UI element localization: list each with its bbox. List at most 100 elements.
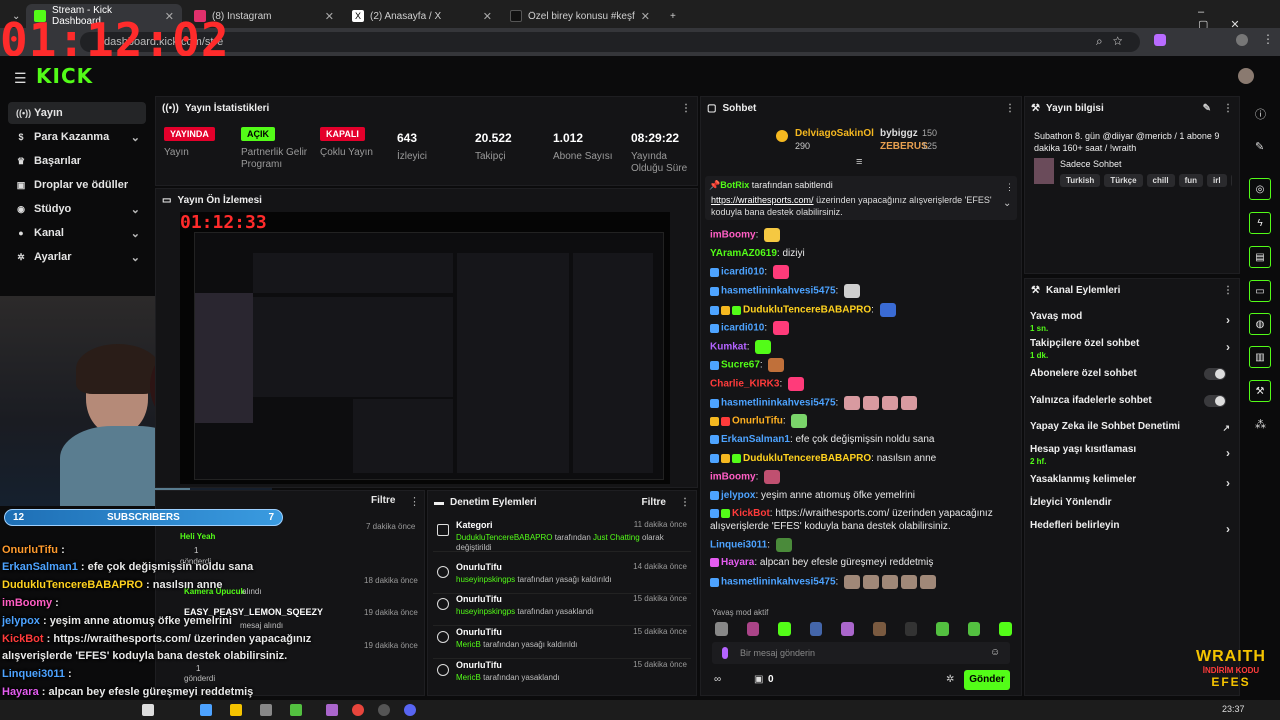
taskbar-app-icon[interactable] — [290, 704, 302, 716]
chevron-down-icon: ⌄ — [130, 251, 140, 264]
stat-label: Abone Sayısı — [553, 151, 613, 162]
channel-action-raid[interactable]: İzleyici Yönlendir — [1030, 497, 1234, 508]
tag-chip[interactable]: irl — [1207, 174, 1227, 187]
taskbar-app-icon[interactable] — [260, 704, 272, 716]
toggle-switch[interactable] — [1204, 368, 1226, 380]
new-tab-button[interactable]: + — [662, 4, 682, 28]
tag-chip[interactable]: Turkish — [1060, 174, 1101, 187]
obs-icon[interactable] — [378, 704, 390, 716]
overlay-chat-line: Linquei3011 : — [2, 668, 72, 680]
chat-message: hasmetlininkahvesi5475: — [710, 396, 1020, 410]
extension-icon[interactable] — [1154, 34, 1166, 46]
close-icon[interactable]: ✕ — [325, 10, 334, 23]
filter-button[interactable]: Filtre — [642, 497, 666, 508]
sidebar-item-yayin[interactable]: ((•)) Yayın — [8, 102, 146, 124]
rail-button-camera[interactable]: ◎ — [1249, 178, 1271, 200]
taskbar-app-icon[interactable] — [200, 704, 212, 716]
sidebar-item-studyo[interactable]: ◉ Stüdyo ⌄ — [8, 198, 146, 220]
rail-button-broadcast[interactable]: ◍ — [1249, 313, 1271, 335]
chat-header: ▢ Sohbet ⋮ — [701, 97, 1021, 119]
chrome-icon[interactable] — [352, 704, 364, 716]
user-avatar[interactable] — [1238, 68, 1254, 84]
taskbar-app-icon[interactable] — [142, 704, 154, 716]
close-icon[interactable]: ✕ — [483, 10, 492, 23]
channel-action-account-age[interactable]: Hesap yaşı kısıtlaması 2 hf. › — [1030, 444, 1234, 466]
filter-icon[interactable]: ≡ — [856, 156, 862, 168]
taskbar-app-icon[interactable] — [230, 704, 242, 716]
browser-toolbar-icons[interactable]: ⌕☆ — [1096, 34, 1133, 49]
tag-chip[interactable]: chill — [1146, 174, 1175, 187]
emote-bar[interactable] — [712, 622, 1012, 636]
chevron-down-icon[interactable]: ⌄ — [1003, 198, 1011, 209]
rail-button-tools[interactable]: ⚒ — [1249, 380, 1271, 402]
more-vertical-icon[interactable]: ⋮ — [1005, 182, 1014, 193]
gift-icon[interactable]: ▣ — [754, 674, 763, 685]
kick-logo[interactable]: KICK — [36, 64, 93, 88]
sidebar-item-ayarlar[interactable]: ✲ Ayarlar ⌄ — [8, 246, 146, 268]
apps-icon[interactable]: ⁂ — [1255, 418, 1266, 431]
edit-icon[interactable]: ✎ — [1203, 103, 1211, 114]
taskbar-app-icon[interactable] — [326, 704, 338, 716]
stream-category[interactable]: Sadece Sohbet — [1060, 159, 1122, 169]
filter-button[interactable]: Filtre — [371, 495, 395, 506]
gear-icon[interactable]: ✲ — [946, 674, 954, 685]
chevron-right-icon: › — [1226, 522, 1230, 536]
chat-message: imBoomy: — [710, 470, 1020, 484]
channel-action-banned-words[interactable]: Yasaklanmış kelimeler › — [1030, 474, 1234, 490]
discord-icon[interactable] — [404, 704, 416, 716]
rail-button-mod[interactable]: ▥ — [1249, 346, 1271, 368]
close-icon[interactable]: ✕ — [641, 10, 650, 23]
mod-action-text: MericB tarafından yasaklandı — [456, 673, 560, 682]
points-icon[interactable]: ∞ — [714, 674, 721, 685]
sidebar-item-droplar[interactable]: ▣ Droplar ve ödüller — [8, 174, 146, 196]
wrench-icon: ⚒ — [1255, 385, 1265, 397]
tag-chip[interactable]: izm — [1230, 174, 1232, 187]
overlay-chat-line: Hayara : alpcan bey efesle güreşmeyi red… — [2, 686, 254, 698]
stat-partner: AÇIK Partnerlik Gelir Programı — [241, 127, 311, 171]
more-vertical-icon[interactable]: ⋮ — [1223, 285, 1233, 296]
channel-action-subscribers-only[interactable]: Abonelere özel sohbet — [1030, 368, 1234, 380]
more-vertical-icon[interactable]: ⋮ — [1005, 103, 1015, 114]
channel-action-slow-mode[interactable]: Yavaş mod 1 sn. › — [1030, 311, 1234, 333]
pinned-link[interactable]: https://wraithesports.com/ — [711, 195, 814, 205]
emoji-icon[interactable]: ☺ — [990, 647, 1000, 658]
sidebar-item-basarilar[interactable]: ♛ Başarılar — [8, 150, 146, 172]
channel-action-followers-only[interactable]: Takipçilere özel sohbet 1 dk. › — [1030, 338, 1234, 360]
rail-button-notes[interactable]: ▤ — [1249, 246, 1271, 268]
tag-chip[interactable]: Türkçe — [1104, 174, 1143, 187]
profile-avatar[interactable] — [1236, 34, 1248, 46]
tab-tiktok[interactable]: Özel birey konusu #keşfet #yab ✕ — [502, 4, 658, 28]
channel-action-emote-only[interactable]: Yalnızca ifadelerle sohbet — [1030, 395, 1234, 407]
more-vertical-icon[interactable]: ⋮ — [1223, 103, 1233, 114]
rail-button-flash[interactable]: ϟ — [1249, 212, 1271, 234]
top-supporter-value: 290 — [795, 141, 811, 151]
stream-preview-video[interactable]: 01:12:33 — [180, 212, 670, 484]
channel-action-goals[interactable]: Hedefleri belirleyin › — [1030, 520, 1234, 536]
chat-input[interactable]: Bir mesaj gönderin — [712, 642, 1010, 664]
edit-icon[interactable]: ✎ — [1255, 140, 1264, 153]
tab-x[interactable]: X (2) Anasayfa / X ✕ — [344, 4, 500, 28]
sidebar-item-para-kazanma[interactable]: $ Para Kazanma ⌄ — [8, 126, 146, 148]
activity-amount: 1 — [196, 664, 201, 673]
overlay-chat-line: OnurluTifu : — [2, 544, 65, 556]
sidebar-item-kanal[interactable]: ● Kanal ⌄ — [8, 222, 146, 244]
hamburger-icon[interactable]: ☰ — [14, 70, 27, 87]
channel-action-ai-moderation[interactable]: Yapay Zeka ile Sohbet Denetimi ↗ — [1030, 421, 1234, 433]
send-button[interactable]: Gönder — [964, 670, 1010, 690]
more-vertical-icon[interactable]: ⋮ — [409, 495, 420, 508]
toggle-switch[interactable] — [1204, 395, 1226, 407]
stat-viewers: 643 İzleyici — [397, 131, 427, 163]
activity-time: 18 dakika önce — [364, 576, 418, 585]
more-vertical-icon[interactable]: ⋮ — [1262, 32, 1274, 46]
subscribers-goal-bar: 12 SUBSCRIBERS 7 — [4, 509, 283, 526]
mic-icon[interactable] — [722, 647, 728, 659]
more-vertical-icon[interactable]: ⋮ — [680, 497, 690, 508]
tag-chip[interactable]: fun — [1178, 174, 1203, 187]
rail-button-chat[interactable]: ▭ — [1249, 280, 1271, 302]
url-field[interactable]: dashboard.kick.com/stre — [80, 32, 1140, 52]
info-icon[interactable]: ⓘ — [1255, 106, 1266, 122]
chevron-right-icon: › — [1226, 446, 1230, 460]
top-supporter-name: DelviagoSakinOl — [795, 128, 874, 139]
stat-label: Yayın — [164, 147, 189, 158]
more-vertical-icon[interactable]: ⋮ — [681, 103, 691, 114]
